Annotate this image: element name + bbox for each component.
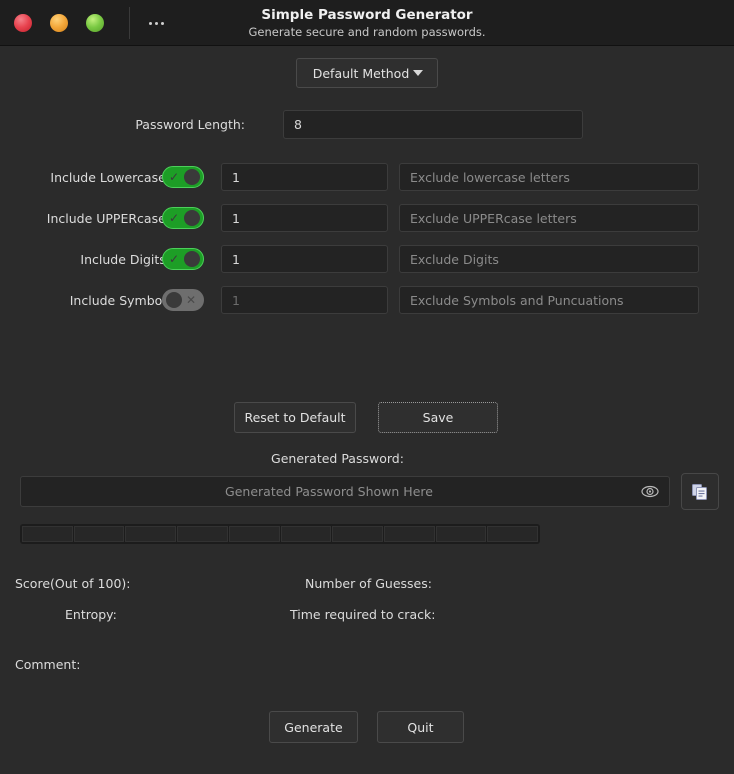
lowercase-count-input[interactable] (221, 163, 388, 191)
copy-password-button[interactable] (681, 473, 719, 510)
password-length-input[interactable] (283, 110, 583, 139)
include-lowercase-label: Include Lowercase: (50, 170, 170, 185)
exclude-lowercase-input[interactable] (399, 163, 699, 191)
eye-icon[interactable] (637, 481, 663, 503)
exclude-digits-input[interactable] (399, 245, 699, 273)
strength-segment (435, 526, 487, 542)
method-dropdown-value: Default Method (312, 65, 410, 81)
strength-segment (228, 526, 280, 542)
window-subtitle: Generate secure and random passwords. (248, 25, 486, 39)
cross-icon: ✕ (185, 293, 196, 307)
uppercase-count-input[interactable] (221, 204, 388, 232)
check-icon: ✓ (169, 252, 180, 266)
symbol-count-input[interactable] (221, 286, 388, 314)
method-dropdown[interactable]: Default Method (296, 58, 438, 88)
generated-password-field[interactable] (20, 476, 670, 507)
include-uppercase-label: Include UPPERcase: (46, 211, 170, 226)
generated-password-input[interactable] (21, 483, 637, 500)
include-uppercase-toggle[interactable]: ✓ (162, 207, 204, 229)
strength-segment (22, 526, 73, 542)
chevron-down-icon (413, 70, 423, 76)
exclude-symbol-input[interactable] (399, 286, 699, 314)
include-digits-label: Include Digits: (80, 252, 170, 267)
strength-segment (383, 526, 435, 542)
reset-to-default-button[interactable]: Reset to Default (234, 402, 356, 433)
title-bar: Simple Password Generator Generate secur… (0, 0, 734, 46)
strength-segment (487, 526, 539, 542)
check-icon: ✓ (169, 170, 180, 184)
include-lowercase-toggle[interactable]: ✓ (162, 166, 204, 188)
toggle-knob (166, 292, 182, 308)
comment-label: Comment: (15, 657, 81, 672)
exclude-uppercase-input[interactable] (399, 204, 699, 232)
digits-count-input[interactable] (221, 245, 388, 273)
toggle-knob (184, 251, 200, 267)
strength-segment (125, 526, 177, 542)
score-label: Score(Out of 100): (15, 576, 131, 591)
password-length-label: Password Length: (135, 117, 245, 132)
include-digits-toggle[interactable]: ✓ (162, 248, 204, 270)
check-icon: ✓ (169, 211, 180, 225)
include-symbol-toggle[interactable]: ✕ (162, 289, 204, 311)
include-symbol-label: Include Symbol: (69, 293, 170, 308)
toggle-knob (184, 169, 200, 185)
password-strength-meter (20, 524, 540, 544)
generate-button[interactable]: Generate (269, 711, 358, 743)
entropy-label: Entropy: (65, 607, 117, 622)
quit-button[interactable]: Quit (377, 711, 464, 743)
strength-segment (280, 526, 332, 542)
copy-icon (692, 483, 707, 500)
strength-segment (73, 526, 125, 542)
strength-segment (177, 526, 228, 542)
crack-time-label: Time required to crack: (290, 607, 436, 622)
toggle-knob (184, 210, 200, 226)
generated-password-label: Generated Password: (271, 451, 404, 466)
save-button[interactable]: Save (378, 402, 498, 433)
strength-segment (332, 526, 383, 542)
guesses-label: Number of Guesses: (305, 576, 432, 591)
window-title: Simple Password Generator (261, 7, 473, 23)
